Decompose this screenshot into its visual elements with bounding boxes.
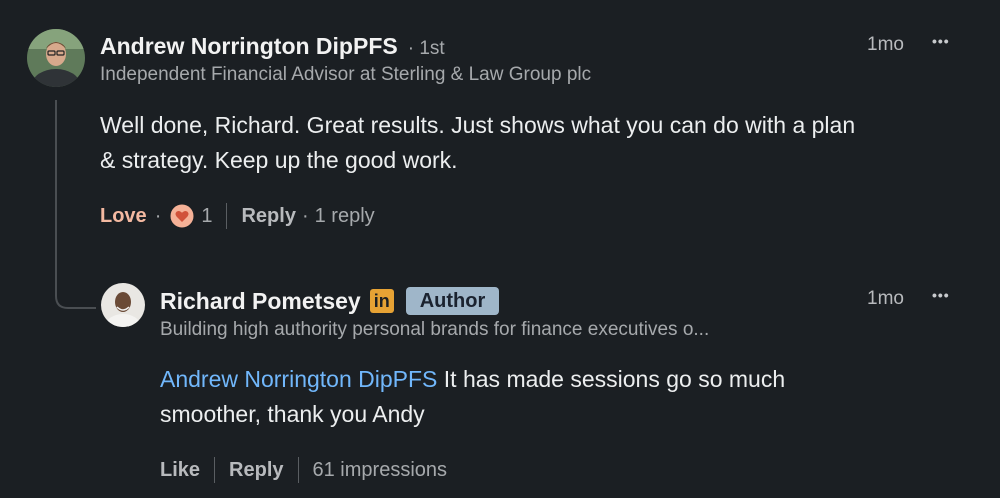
reply-text-line: smoother, thank you Andy [160,401,425,427]
reply-author-headline: Building high authority personal brands … [160,319,710,340]
comment-more-options-icon[interactable]: ••• [932,33,950,49]
impressions-count[interactable]: 61 impressions [313,459,448,482]
comment-timestamp: 1mo [867,34,904,55]
commenter-avatar[interactable] [27,29,85,87]
reply-button[interactable]: Reply [241,205,295,228]
author-badge: Author [405,287,500,315]
reaction-love-button[interactable]: Love [100,205,147,228]
linkedin-premium-icon: in [369,289,394,313]
mention-link[interactable]: Andrew Norrington DipPFS [160,366,437,392]
reply-header: Richard Pometsey in Author [160,287,500,315]
comment-text: Well done, Richard. Great results. Just … [100,108,855,178]
action-divider [226,203,228,229]
reply-count-link[interactable]: 1 reply [315,205,375,228]
reply-more-options-icon[interactable]: ••• [932,287,950,303]
reaction-count[interactable]: 1 [201,205,212,228]
commenter-name[interactable]: Andrew Norrington DipPFS [100,33,398,60]
reply-author-avatar[interactable] [101,283,145,327]
reply-text-content: It has made sessions go so much [437,366,786,392]
comment-actions: Love · 1 Reply · 1 reply [100,201,375,231]
action-divider [214,457,216,483]
comment-header: Andrew Norrington DipPFS · 1st [100,33,445,60]
reply-button[interactable]: Reply [229,459,283,482]
reply-actions: Like Reply 61 impressions [160,455,447,485]
reply-text-line: Andrew Norrington DipPFS It has made ses… [160,362,785,397]
separator-dot: · [154,204,162,227]
love-reaction-icon[interactable] [169,203,195,229]
comment-text-line: & strategy. Keep up the good work. [100,147,458,173]
connection-degree: · 1st [407,38,445,59]
action-divider [297,457,299,483]
comment-text-line: Well done, Richard. Great results. Just … [100,112,856,138]
separator-dot: · [301,204,309,227]
reply-timestamp: 1mo [867,288,904,309]
commenter-headline: Independent Financial Advisor at Sterlin… [100,64,592,85]
reply-author-name[interactable]: Richard Pometsey [160,288,361,315]
reply-text: Andrew Norrington DipPFS It has made ses… [160,362,785,432]
like-button[interactable]: Like [160,459,200,482]
